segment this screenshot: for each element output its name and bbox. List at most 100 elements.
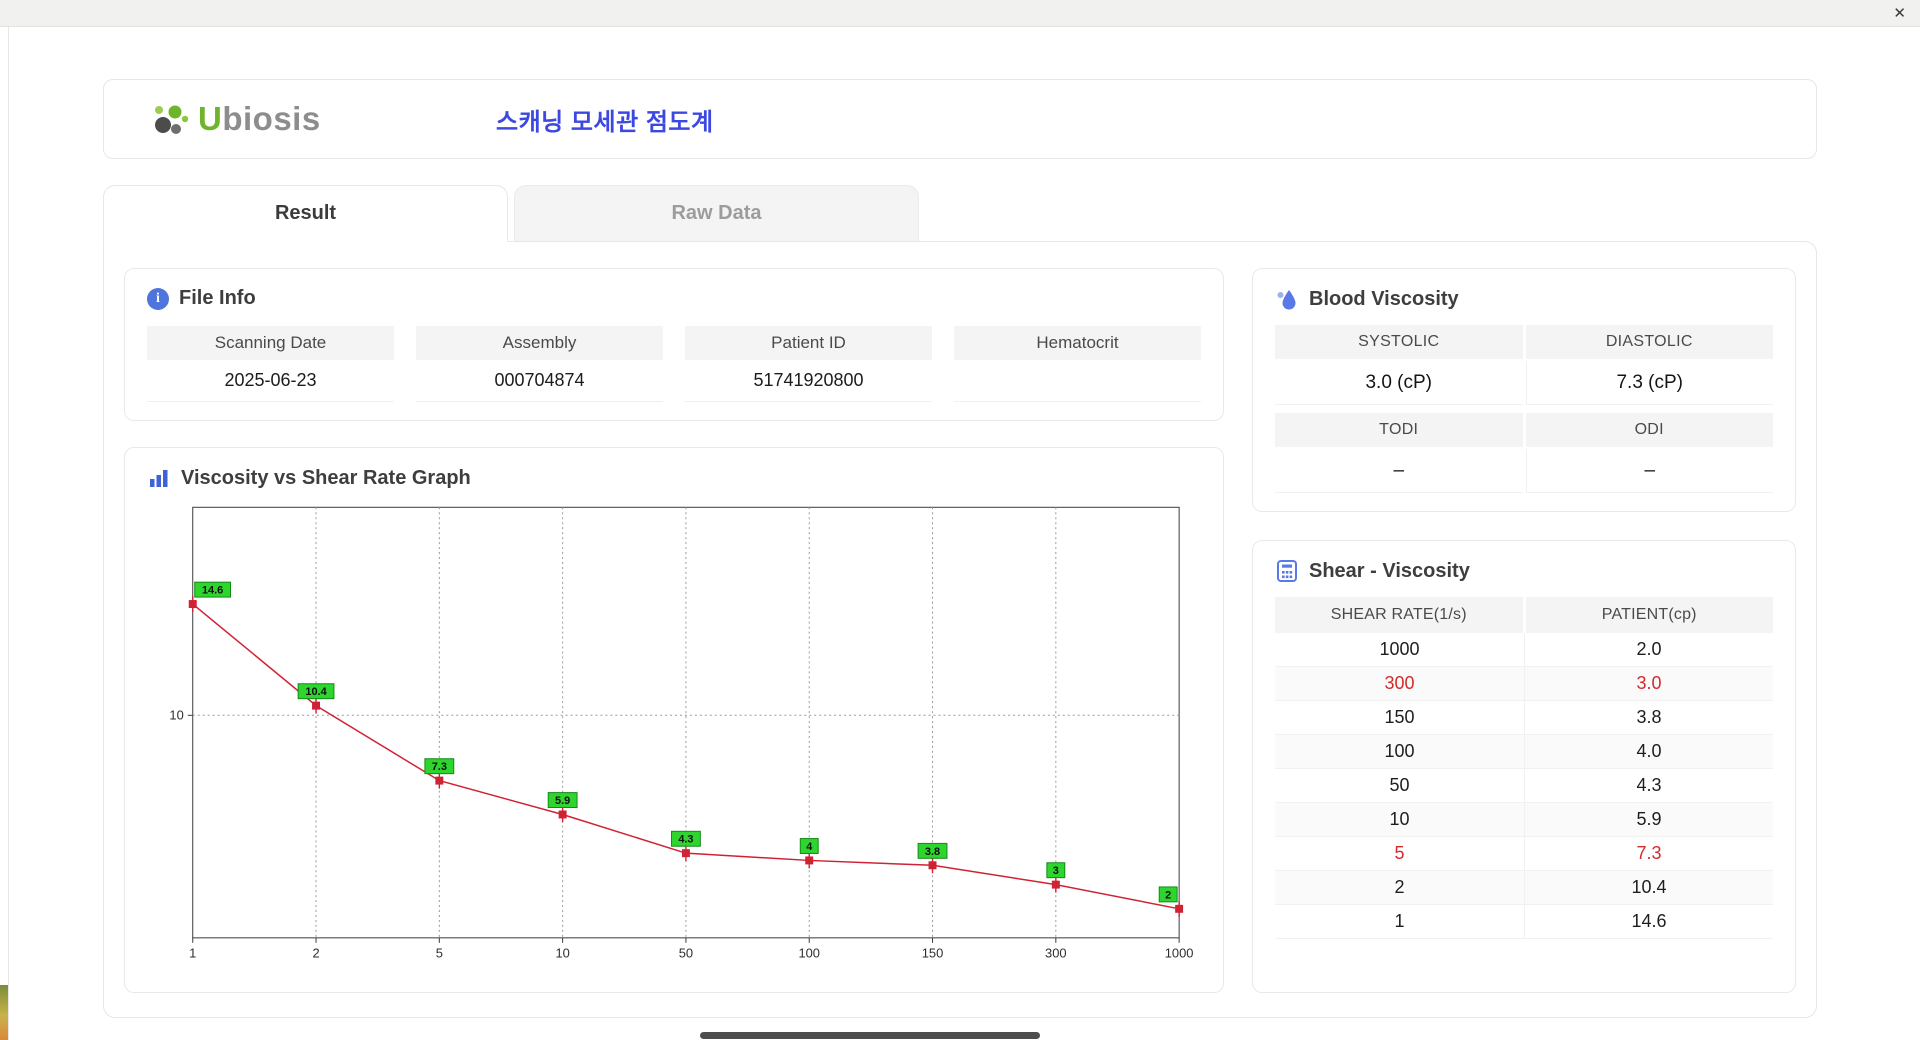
shear-viscosity-header: Shear - Viscosity [1275, 559, 1773, 583]
field-hematocrit: Hematocrit [954, 326, 1201, 402]
app-window: ✕ Ubiosis 스캐닝 모세관 점도계 Result Raw Data i … [0, 0, 1920, 1040]
svg-text:300: 300 [1045, 946, 1067, 961]
shear-table-cell: 4.0 [1524, 735, 1773, 768]
svg-text:2: 2 [1165, 889, 1171, 901]
svg-text:5.9: 5.9 [555, 795, 570, 807]
file-info-card: i File Info Scanning Date 2025-06-23 Ass… [124, 268, 1224, 421]
blood-viscosity-row2: TODI ODI – – [1275, 413, 1773, 493]
logo-text-rest: biosis [222, 100, 321, 137]
bv-header-diastolic: DIASTOLIC [1525, 325, 1773, 359]
shear-table-row: 5 7.3 [1275, 837, 1773, 871]
header-card: Ubiosis 스캐닝 모세관 점도계 [103, 79, 1817, 159]
svg-text:100: 100 [798, 946, 820, 961]
horizontal-scrollbar-thumb[interactable] [700, 1032, 1040, 1039]
info-icon: i [147, 287, 169, 310]
result-panel: i File Info Scanning Date 2025-06-23 Ass… [103, 241, 1817, 1018]
shear-table-row: 100 4.0 [1275, 735, 1773, 769]
logo-icon [155, 105, 189, 134]
field-value: 2025-06-23 [147, 360, 394, 402]
shear-viscosity-title: Shear - Viscosity [1309, 559, 1470, 582]
bar-chart-icon [150, 470, 168, 487]
svg-text:3: 3 [1053, 865, 1059, 877]
calculator-icon [1277, 560, 1297, 582]
file-info-fields: Scanning Date 2025-06-23 Assembly 000704… [147, 326, 1201, 402]
tab-bar: Result Raw Data [103, 185, 1817, 242]
shear-table-row: 2 10.4 [1275, 871, 1773, 905]
svg-text:4: 4 [806, 841, 813, 853]
bv-header-systolic: SYSTOLIC [1275, 325, 1523, 359]
shear-table-row: 1000 2.0 [1275, 633, 1773, 667]
shear-table-cell: 10 [1389, 809, 1410, 829]
svg-text:5: 5 [436, 946, 443, 961]
shear-table-row: 150 3.8 [1275, 701, 1773, 735]
shear-table-cell: 50 [1389, 775, 1410, 795]
field-scanning-date: Scanning Date 2025-06-23 [147, 326, 394, 402]
svg-text:14.6: 14.6 [202, 585, 223, 597]
tab-raw-data[interactable]: Raw Data [514, 185, 919, 242]
svg-text:4.3: 4.3 [678, 834, 693, 846]
graph-card: Viscosity vs Shear Rate Graph 10 1 2 5 10 50 1… [124, 447, 1224, 993]
svg-text:150: 150 [922, 946, 944, 961]
shear-table-cell: 2 [1394, 877, 1405, 897]
right-column: Blood Viscosity SYSTOLIC DIASTOLIC 3.0 (… [1252, 268, 1796, 993]
field-value: 000704874 [416, 360, 663, 402]
ubiosis-logo: Ubiosis [148, 98, 404, 140]
field-label: Patient ID [685, 326, 932, 360]
svg-text:1: 1 [189, 946, 196, 961]
bv-value-odi: – [1525, 449, 1773, 493]
blood-viscosity-card: Blood Viscosity SYSTOLIC DIASTOLIC 3.0 (… [1252, 268, 1796, 512]
svg-text:50: 50 [679, 946, 693, 961]
file-info-header: i File Info [147, 287, 1201, 310]
svg-text:10.4: 10.4 [305, 686, 327, 698]
tab-result[interactable]: Result [103, 185, 508, 242]
shear-table-cell: 3.8 [1524, 701, 1773, 734]
shear-table-cell: 2.0 [1524, 633, 1773, 666]
blood-viscosity-title: Blood Viscosity [1309, 287, 1459, 310]
shear-table-body: 1000 2.0 300 3.0 150 3.8 100 4.0 50 4.3 10 5.9 5 7.3 2… [1275, 633, 1773, 939]
shear-table-cell: 100 [1384, 741, 1415, 761]
shear-table-cell: 4.3 [1524, 769, 1773, 802]
field-value: 51741920800 [685, 360, 932, 402]
shear-viscosity-card: Shear - Viscosity SHEAR RATE(1/s) PATIEN… [1252, 540, 1796, 993]
graph-header: Viscosity vs Shear Rate Graph [147, 466, 1201, 490]
field-assembly: Assembly 000704874 [416, 326, 663, 402]
svg-text:10: 10 [169, 707, 183, 722]
shear-table-cell: 10.4 [1524, 871, 1773, 904]
droplet-icon [1277, 290, 1296, 310]
bv-header-odi: ODI [1525, 413, 1773, 447]
field-label: Assembly [416, 326, 663, 360]
close-icon[interactable]: ✕ [1893, 6, 1906, 21]
viscosity-chart: 10 1 2 5 10 50 100 150 300 1000 14.6 10.4 7.3 5.9 4.3 4… [169, 506, 1194, 961]
logo-text-u: U [198, 100, 223, 137]
shear-table-cell: 3.0 [1524, 667, 1773, 700]
titlebar: ✕ [0, 0, 1920, 27]
file-info-title: File Info [179, 287, 256, 309]
svg-text:2: 2 [312, 946, 319, 961]
shear-table-cell: 1 [1394, 911, 1405, 931]
left-column: i File Info Scanning Date 2025-06-23 Ass… [124, 268, 1224, 993]
patient-column-header: PATIENT(cp) [1525, 597, 1773, 633]
svg-text:1000: 1000 [1165, 946, 1194, 961]
shear-table-row: 1 14.6 [1275, 905, 1773, 939]
shear-table-header: SHEAR RATE(1/s) PATIENT(cp) [1275, 597, 1773, 633]
shear-table-cell: 7.3 [1524, 837, 1773, 870]
field-label: Scanning Date [147, 326, 394, 360]
bv-value-diastolic: 7.3 (cP) [1525, 361, 1773, 405]
shear-table-cell: 300 [1384, 673, 1415, 693]
desktop-wallpaper-sliver [0, 985, 8, 1040]
field-patient-id: Patient ID 51741920800 [685, 326, 932, 402]
blood-viscosity-row1: SYSTOLIC DIASTOLIC 3.0 (cP) 7.3 (cP) [1275, 325, 1773, 405]
svg-text:10: 10 [555, 946, 569, 961]
bv-value-systolic: 3.0 (cP) [1275, 361, 1523, 405]
page-title: 스캐닝 모세관 점도계 [496, 108, 714, 136]
shear-table-row: 10 5.9 [1275, 803, 1773, 837]
bv-header-todi: TODI [1275, 413, 1523, 447]
shear-table-cell: 5 [1394, 843, 1405, 863]
graph-title: Viscosity vs Shear Rate Graph [181, 466, 471, 489]
svg-text:3.8: 3.8 [925, 846, 940, 858]
shear-table-cell: 150 [1384, 707, 1415, 727]
shear-table-cell: 1000 [1379, 639, 1420, 659]
shear-table-row: 50 4.3 [1275, 769, 1773, 803]
main-area: Ubiosis 스캐닝 모세관 점도계 Result Raw Data i Fi… [0, 27, 1920, 1018]
shear-table-cell: 5.9 [1524, 803, 1773, 836]
